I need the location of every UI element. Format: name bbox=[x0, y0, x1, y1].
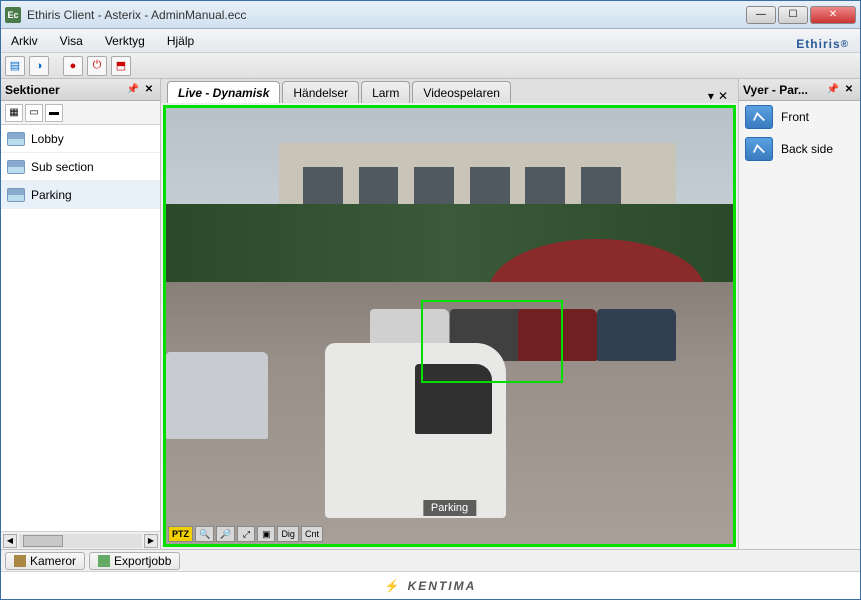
menu-visa[interactable]: Visa bbox=[56, 32, 87, 50]
view-icon bbox=[745, 137, 773, 161]
panel-close-icon[interactable]: ✕ bbox=[842, 83, 856, 97]
footer-brand: ⚡ KENTIMA bbox=[1, 571, 860, 599]
section-item-lobby[interactable]: Lobby bbox=[1, 125, 160, 153]
views-title: Vyer - Par... bbox=[743, 83, 808, 97]
viewer-tabs: Live - Dynamisk Händelser Larm Videospel… bbox=[161, 79, 738, 103]
cnt-button[interactable]: Cnt bbox=[301, 526, 323, 542]
section-icon bbox=[7, 160, 25, 174]
view-item-backside[interactable]: Back side bbox=[739, 133, 860, 165]
zoom-out-button[interactable]: 🔎 bbox=[216, 526, 235, 542]
sections-hscroll[interactable]: ◀ ▶ bbox=[1, 531, 160, 549]
section-icon bbox=[7, 188, 25, 202]
tab-close-icon[interactable]: ✕ bbox=[718, 89, 728, 103]
view-item-front[interactable]: Front bbox=[739, 101, 860, 133]
section-icon bbox=[7, 132, 25, 146]
menu-verktyg[interactable]: Verktyg bbox=[101, 32, 149, 50]
sections-panel-header: Sektioner 📌 ✕ bbox=[1, 79, 160, 101]
sections-toolbar: ▦ ▭ ▬ bbox=[1, 101, 160, 125]
section-item-sub[interactable]: Sub section bbox=[1, 153, 160, 181]
dig-button[interactable]: Dig bbox=[277, 526, 299, 542]
zoom-in-button[interactable]: 🔍 bbox=[195, 526, 214, 542]
camera-viewer[interactable]: Parking PTZ 🔍 🔎 ⤢ ▣ Dig Cnt bbox=[163, 105, 736, 547]
section-tool-2[interactable]: ▭ bbox=[25, 104, 43, 122]
pin-icon[interactable]: 📌 bbox=[826, 83, 840, 97]
views-panel-header: Vyer - Par... 📌 ✕ bbox=[739, 79, 860, 101]
section-label: Sub section bbox=[31, 160, 94, 174]
record-button[interactable]: ● bbox=[63, 56, 83, 76]
menu-hjalp[interactable]: Hjälp bbox=[163, 32, 198, 50]
exportjobb-tab[interactable]: Exportjobb bbox=[89, 552, 180, 570]
tab-handelser[interactable]: Händelser bbox=[282, 81, 359, 103]
tab-live[interactable]: Live - Dynamisk bbox=[167, 81, 280, 103]
close-button[interactable]: ✕ bbox=[810, 6, 856, 24]
camera-label: Parking bbox=[423, 500, 476, 516]
view-label: Back side bbox=[781, 142, 833, 156]
tab-larm[interactable]: Larm bbox=[361, 81, 410, 103]
sections-list: Lobby Sub section Parking bbox=[1, 125, 160, 531]
section-tool-1[interactable]: ▦ bbox=[5, 104, 23, 122]
tab-menu-icon[interactable]: ▾ bbox=[708, 89, 714, 103]
app-icon: Ec bbox=[5, 7, 21, 23]
brand-logo: Ethiris® bbox=[796, 32, 849, 56]
scroll-right-icon[interactable]: ▶ bbox=[144, 534, 158, 548]
minimize-button[interactable]: — bbox=[746, 6, 776, 24]
pin-icon[interactable]: 📌 bbox=[126, 83, 140, 97]
sections-panel: Sektioner 📌 ✕ ▦ ▭ ▬ Lobby Sub section Pa… bbox=[1, 79, 161, 549]
kameror-tab[interactable]: Kameror bbox=[5, 552, 85, 570]
section-tool-3[interactable]: ▬ bbox=[45, 104, 63, 122]
ptz-button[interactable]: PTZ bbox=[168, 526, 193, 542]
toolbar-btn-5[interactable]: ⬒ bbox=[111, 56, 131, 76]
view-label: Front bbox=[781, 110, 809, 124]
toolbar-btn-1[interactable]: ▤ bbox=[5, 56, 25, 76]
section-label: Parking bbox=[31, 188, 72, 202]
view-icon bbox=[745, 105, 773, 129]
sections-title: Sektioner bbox=[5, 83, 60, 97]
ptz-toolbar: PTZ 🔍 🔎 ⤢ ▣ Dig Cnt bbox=[166, 524, 325, 544]
detection-rectangle bbox=[421, 300, 563, 383]
ptz-center-button[interactable]: ▣ bbox=[257, 526, 275, 542]
window-titlebar: Ec Ethiris Client - Asterix - AdminManua… bbox=[1, 1, 860, 29]
menu-bar: Arkiv Visa Verktyg Hjälp bbox=[1, 29, 860, 53]
maximize-button[interactable]: ☐ bbox=[778, 6, 808, 24]
bottom-tab-bar: Kameror Exportjobb bbox=[1, 549, 860, 571]
bolt-icon: ⚡ bbox=[385, 579, 402, 593]
company-name: KENTIMA bbox=[408, 579, 477, 593]
power-button[interactable]: ⏻ bbox=[87, 56, 107, 76]
main-toolbar: ▤ ◑ ● ⏻ ⬒ bbox=[1, 53, 860, 79]
window-title: Ethiris Client - Asterix - AdminManual.e… bbox=[27, 8, 746, 22]
menu-arkiv[interactable]: Arkiv bbox=[7, 32, 42, 50]
tab-videospelaren[interactable]: Videospelaren bbox=[412, 81, 511, 103]
panel-close-icon[interactable]: ✕ bbox=[142, 83, 156, 97]
scroll-thumb[interactable] bbox=[23, 535, 63, 547]
center-area: Live - Dynamisk Händelser Larm Videospel… bbox=[161, 79, 738, 549]
export-icon bbox=[98, 555, 110, 567]
toolbar-btn-2[interactable]: ◑ bbox=[29, 56, 49, 76]
camera-icon bbox=[14, 555, 26, 567]
scroll-left-icon[interactable]: ◀ bbox=[3, 534, 17, 548]
ptz-expand-button[interactable]: ⤢ bbox=[237, 526, 255, 542]
section-label: Lobby bbox=[31, 132, 64, 146]
views-panel: Vyer - Par... 📌 ✕ Front Back side bbox=[738, 79, 860, 549]
section-item-parking[interactable]: Parking bbox=[1, 181, 160, 209]
